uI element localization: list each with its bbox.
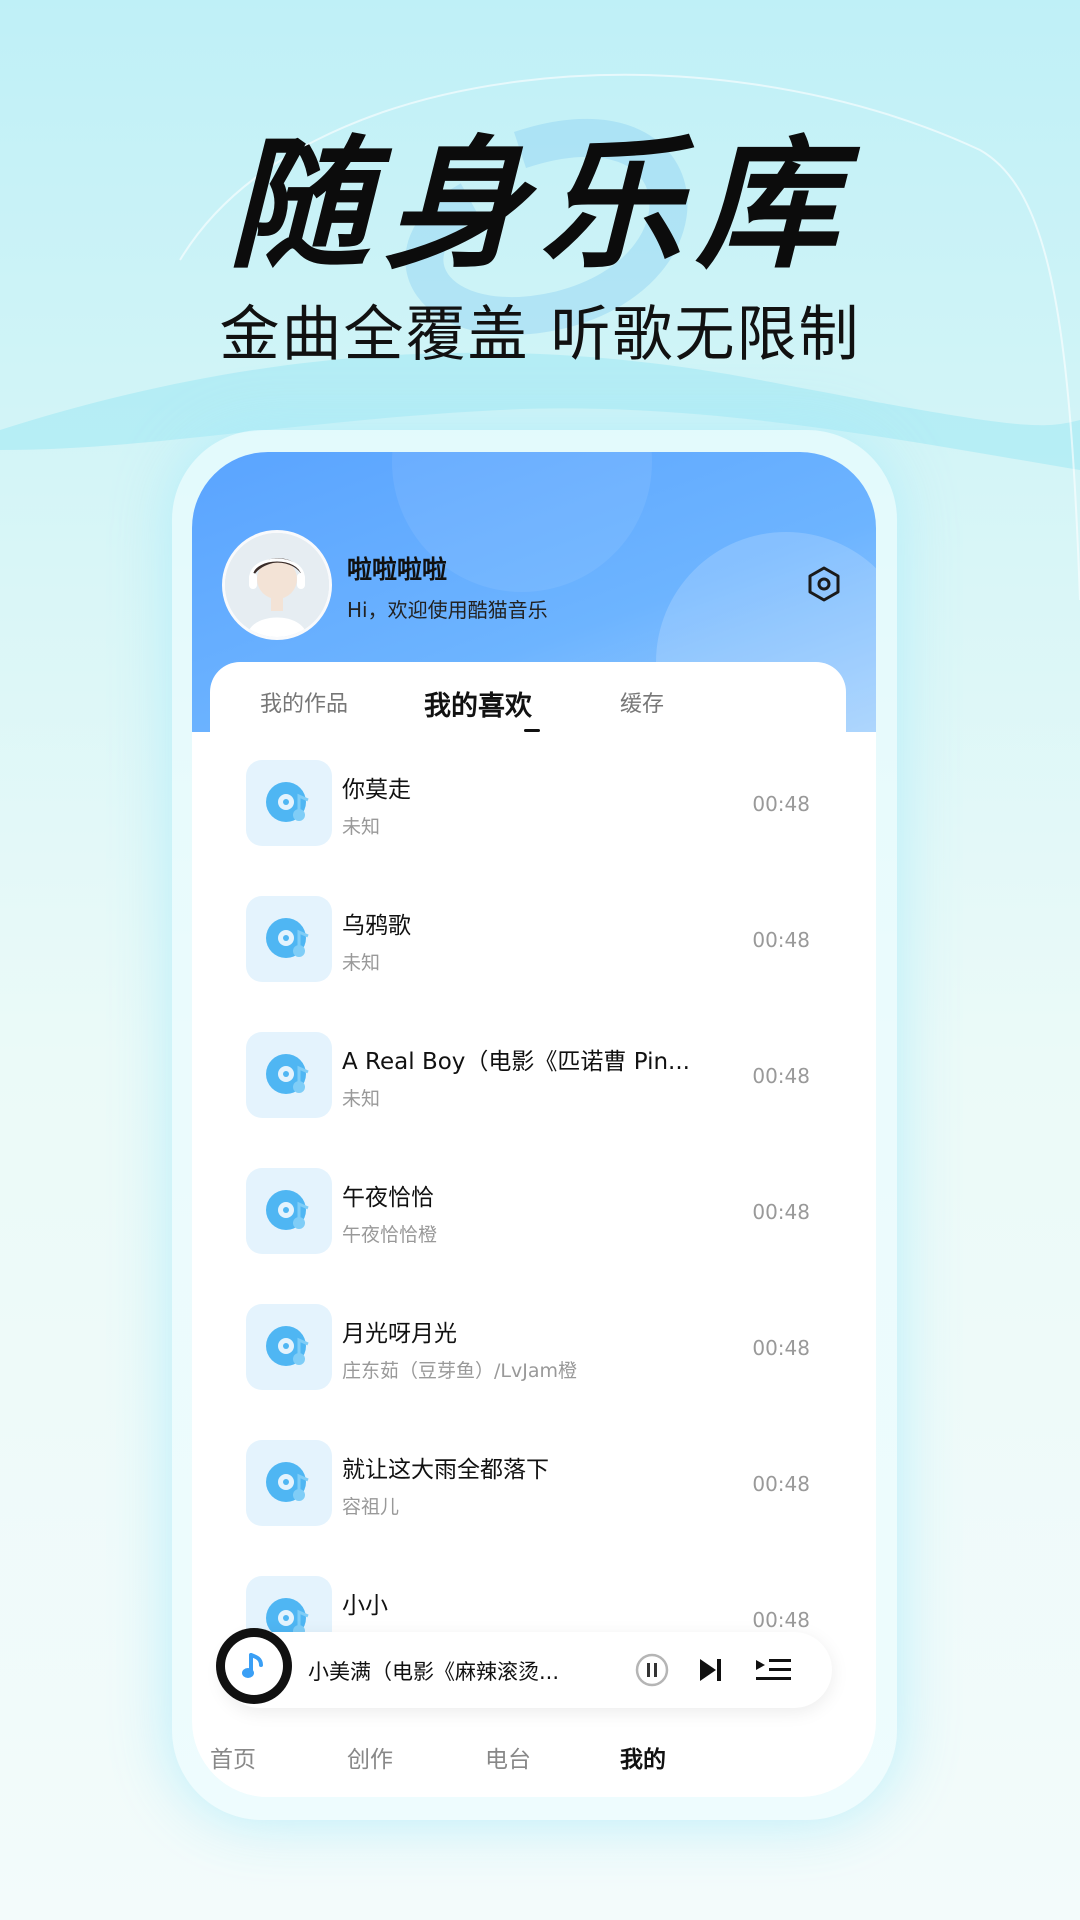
playlist-icon[interactable]: [752, 1652, 794, 1688]
song-duration: 00:48: [752, 1608, 810, 1632]
settings-icon[interactable]: [802, 562, 846, 606]
list-item[interactable]: 午夜恰恰 午夜恰恰橙 00:48: [210, 1168, 846, 1268]
song-cover: [246, 896, 332, 982]
tab-my-works[interactable]: 我的作品: [260, 686, 348, 718]
song-cover: [246, 1304, 332, 1390]
nav-radio[interactable]: 电台: [485, 1740, 531, 1774]
nav-create[interactable]: 创作: [347, 1740, 393, 1774]
disc-icon: [266, 1054, 309, 1094]
song-title: 就让这大雨全都落下: [342, 1457, 549, 1483]
song-duration: 00:48: [752, 792, 810, 816]
song-duration: 00:48: [752, 1336, 810, 1360]
list-item[interactable]: 就让这大雨全都落下 容祖儿 00:48: [210, 1440, 846, 1540]
pause-icon[interactable]: [634, 1652, 670, 1688]
welcome-text: Hi，欢迎使用酷猫音乐: [347, 598, 548, 622]
song-duration: 00:48: [752, 1064, 810, 1088]
list-item[interactable]: 乌鸦歌 未知 00:48: [210, 896, 846, 996]
song-title: 小小: [342, 1593, 388, 1619]
song-artist: 容祖儿: [342, 1496, 400, 1518]
tab-my-favorites[interactable]: 我的喜欢: [424, 684, 532, 723]
disc-icon: [266, 782, 309, 822]
song-duration: 00:48: [752, 1472, 810, 1496]
phone-screen: 啦啦啦啦 Hi，欢迎使用酷猫音乐 我的作品 我的喜欢 缓存 你莫走 未知 00:…: [192, 452, 876, 1797]
content-card: 我的作品 我的喜欢 缓存 你莫走 未知 00:48 乌鸦歌 未知 00:48 A…: [210, 662, 846, 1797]
song-duration: 00:48: [752, 1200, 810, 1224]
tab-indicator: [524, 729, 540, 732]
music-note-icon: [242, 1653, 263, 1678]
mini-player[interactable]: 小美满（电影《麻辣滚烫...: [216, 1628, 832, 1708]
song-cover: [246, 760, 332, 846]
now-playing-title: 小美满（电影《麻辣滚烫...: [308, 1660, 560, 1684]
nav-home[interactable]: 首页: [210, 1740, 256, 1774]
disc-icon: [266, 1326, 309, 1366]
tab-bar: 我的作品 我的喜欢 缓存: [210, 662, 846, 742]
next-track-icon[interactable]: [692, 1652, 728, 1688]
song-title: 午夜恰恰: [342, 1185, 434, 1211]
now-playing-disc[interactable]: [216, 1628, 292, 1704]
bottom-nav: 首页 创作 电台 我的: [192, 1720, 876, 1790]
song-artist: 未知: [342, 816, 381, 838]
song-duration: 00:48: [752, 928, 810, 952]
headline: 随身乐库: [228, 123, 852, 288]
list-item[interactable]: 你莫走 未知 00:48: [210, 760, 846, 860]
song-artist: 庄东茹（豆芽鱼）/LvJam橙: [342, 1360, 577, 1382]
disc-icon: [266, 918, 309, 958]
song-artist: 未知: [342, 1088, 381, 1110]
song-title: 乌鸦歌: [342, 913, 411, 939]
song-artist: 午夜恰恰橙: [342, 1224, 438, 1246]
subheadline: 金曲全覆盖 听歌无限制: [219, 300, 861, 370]
nav-mine[interactable]: 我的: [620, 1740, 666, 1774]
username: 啦啦啦啦: [347, 555, 448, 584]
song-cover: [246, 1168, 332, 1254]
avatar-image: [225, 533, 329, 637]
song-artist: 未知: [342, 952, 381, 974]
song-title: 月光呀月光: [342, 1321, 457, 1347]
song-title: 你莫走: [342, 777, 411, 803]
list-item[interactable]: 月光呀月光 庄东茹（豆芽鱼）/LvJam橙 00:48: [210, 1304, 846, 1404]
tab-cache[interactable]: 缓存: [620, 686, 664, 718]
disc-icon: [266, 1190, 309, 1230]
song-title: A Real Boy（电影《匹诺曹 Pin...: [342, 1049, 690, 1075]
disc-icon: [266, 1462, 309, 1502]
song-cover: [246, 1440, 332, 1526]
song-cover: [246, 1032, 332, 1118]
list-item[interactable]: A Real Boy（电影《匹诺曹 Pin... 未知 00:48: [210, 1032, 846, 1132]
avatar[interactable]: [222, 530, 332, 640]
